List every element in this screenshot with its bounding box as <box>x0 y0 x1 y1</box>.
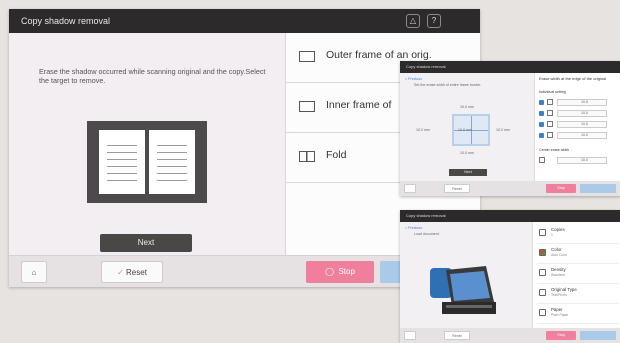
reset-button[interactable]: Reset <box>444 331 470 340</box>
inner-frame-icon <box>299 101 315 112</box>
stop-button[interactable]: Stop <box>546 331 576 340</box>
start-button[interactable] <box>580 184 616 193</box>
option-label: Inner frame of <box>326 99 392 111</box>
notification-icon[interactable]: △ <box>406 14 420 28</box>
original-type-item[interactable]: Original Type Text/Photo <box>537 284 619 304</box>
open-book-illustration <box>87 121 207 203</box>
erase-width-screen: Copy shadow removal < Previous Set the e… <box>400 61 620 196</box>
reset-button[interactable]: Reset <box>444 184 470 193</box>
title-bar: Copy shadow removal △ ? <box>9 9 480 33</box>
dim-center: 10.0 mm <box>458 128 472 132</box>
help-icon[interactable]: ? <box>427 14 441 28</box>
frame-diagram: 10.0 mm <box>452 114 490 146</box>
title-bar: Copy shadow removal <box>400 61 620 73</box>
erase-row[interactable]: 10.0 <box>539 98 617 107</box>
home-button[interactable]: ⌂ <box>21 261 47 283</box>
dim-bottom: 10.0 mm <box>460 151 474 155</box>
outer-frame-icon <box>299 51 315 62</box>
back-link[interactable]: < Previous <box>405 226 422 230</box>
next-button[interactable]: Next <box>449 169 487 176</box>
back-link[interactable]: < Previous <box>405 77 422 81</box>
load-document-screen: Copy shadow removal < Previous Load docu… <box>400 210 620 343</box>
home-icon[interactable] <box>404 331 416 340</box>
hint-text: Set the erase width of entire frame bord… <box>414 83 482 87</box>
color-item[interactable]: Color Auto Color <box>537 244 619 264</box>
panel-title: Erase width at the edge of the original <box>539 76 607 81</box>
fold-icon <box>299 151 315 162</box>
center-erase-label: Center erase width <box>539 148 570 152</box>
center-erase-row[interactable]: 10.0 <box>539 156 617 165</box>
individual-setting[interactable]: Individual setting <box>539 90 566 94</box>
erase-row[interactable]: 10.0 <box>539 120 617 129</box>
scanner-icon <box>430 266 496 314</box>
paper-item[interactable]: Paper Plain Paper <box>537 304 619 324</box>
instruction-text: Erase the shadow occurred while scanning… <box>39 67 266 85</box>
footer-bar: Reset Stop <box>400 328 620 343</box>
screen-title: Copy shadow removal <box>21 16 111 26</box>
home-icon[interactable] <box>404 184 416 193</box>
right-page <box>149 130 195 194</box>
hint-text: Load document. <box>414 232 440 236</box>
stop-button[interactable]: Stop <box>546 184 576 193</box>
stop-label: Stop <box>338 267 355 276</box>
preview-pane: < Previous Load document. <box>400 222 532 328</box>
title-bar: Copy shadow removal <box>400 210 620 222</box>
reset-button[interactable]: ✓ Reset <box>101 261 163 283</box>
stop-button[interactable]: ◯ Stop <box>306 261 374 283</box>
density-item[interactable]: Density Standard <box>537 264 619 284</box>
preview-pane: < Previous Set the erase width of entire… <box>400 73 534 181</box>
settings-panel: Erase width at the edge of the original … <box>534 73 620 181</box>
option-label: Outer frame of an orig. <box>326 49 432 61</box>
stop-icon: ◯ <box>325 267 335 276</box>
start-button[interactable] <box>580 331 616 340</box>
dim-top: 10.0 mm <box>460 105 474 109</box>
left-page <box>99 130 145 194</box>
footer-bar: Reset Stop <box>400 181 620 196</box>
erase-row[interactable]: 10.0 <box>539 109 617 118</box>
dim-right: 10.0 mm <box>496 128 510 132</box>
settings-summary: Copies 1 Color Auto Color Density Standard … <box>532 222 620 328</box>
reset-icon: ✓ <box>117 268 124 277</box>
next-button[interactable]: Next <box>100 234 192 252</box>
preview-pane: Erase the shadow occurred while scanning… <box>9 33 285 255</box>
erase-row[interactable]: 10.0 <box>539 131 617 140</box>
copies-item[interactable]: Copies 1 <box>537 224 619 244</box>
reset-label: Reset <box>126 268 147 277</box>
dim-left: 10.0 mm <box>416 128 430 132</box>
home-icon: ⌂ <box>31 268 37 277</box>
option-label: Fold <box>326 149 347 161</box>
